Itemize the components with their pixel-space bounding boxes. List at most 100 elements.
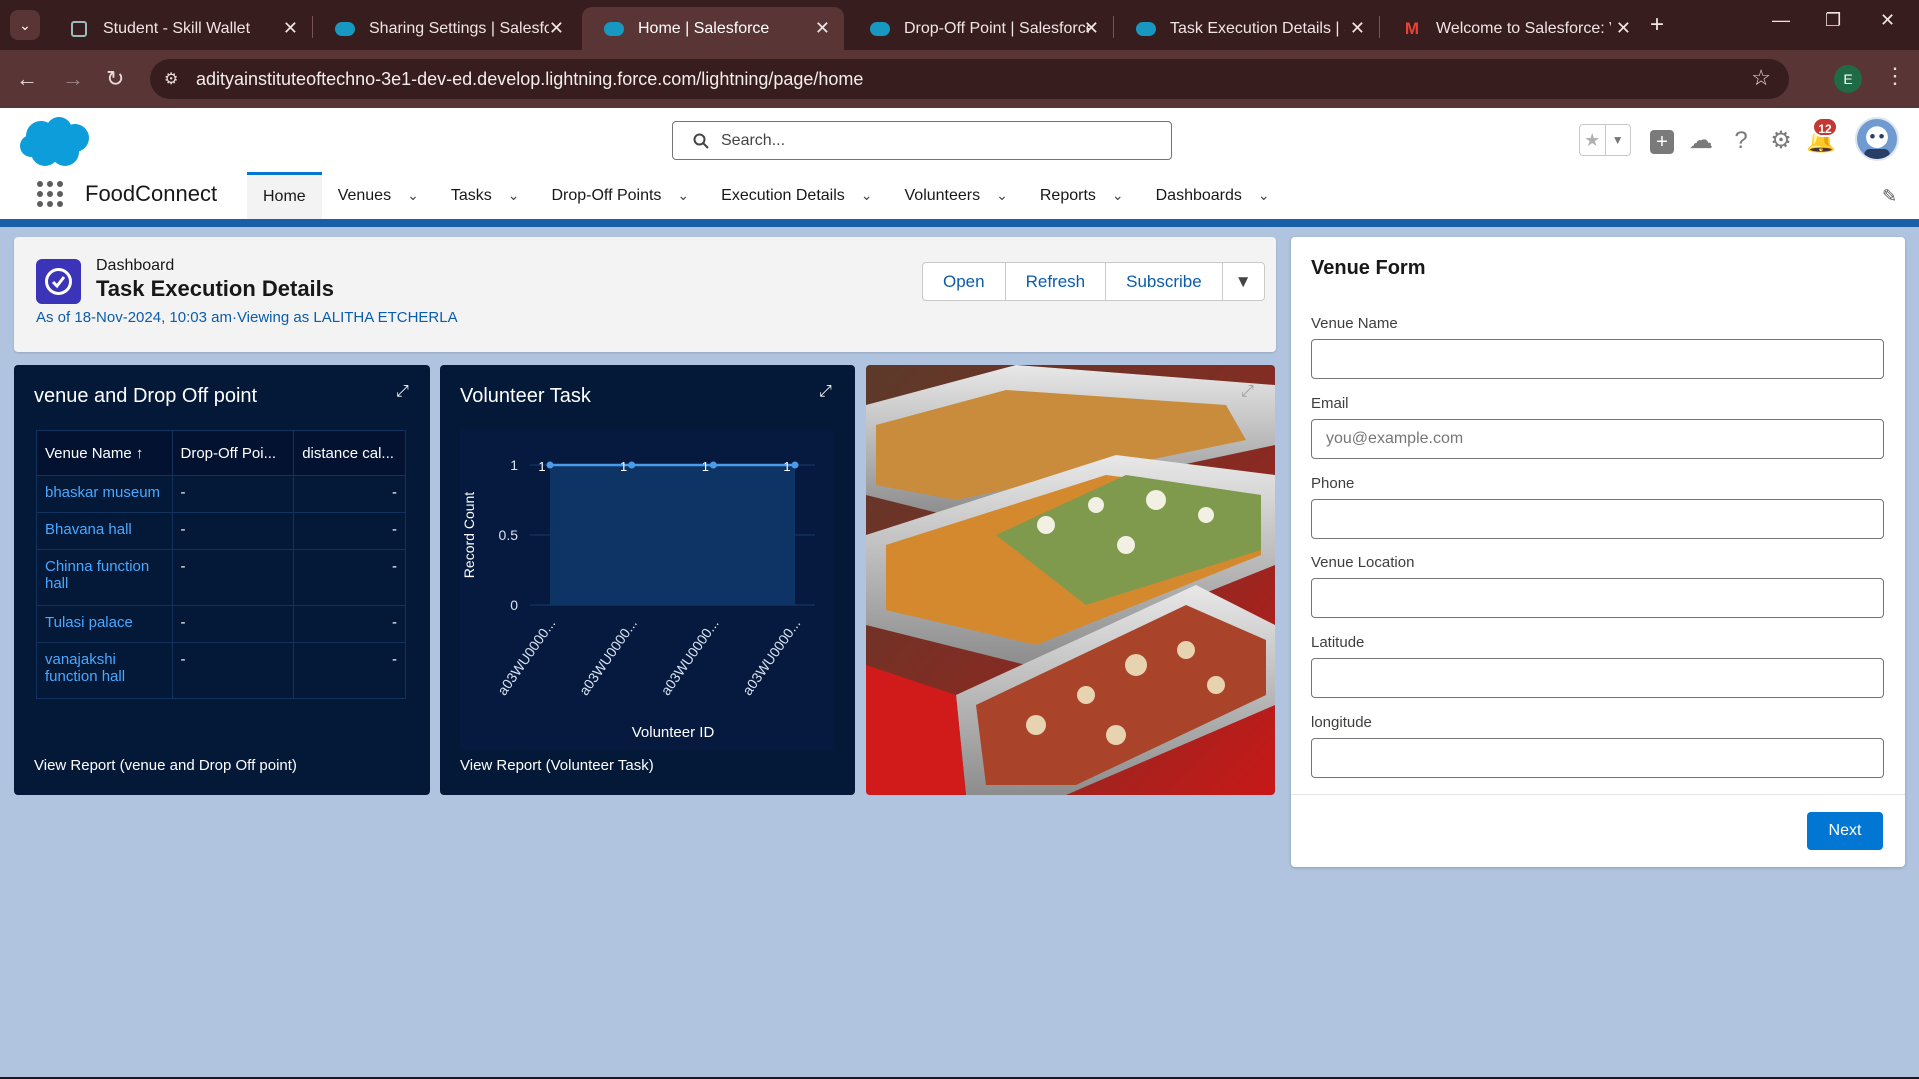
chevron-down-icon[interactable]: ⌄: [1258, 187, 1270, 204]
nav-label: Volunteers: [904, 186, 981, 204]
nav-tab-tasks[interactable]: Tasks ⌄: [435, 172, 536, 219]
venue-name-link[interactable]: vanajakshi function hall: [36, 642, 173, 699]
address-bar[interactable]: ⚙ adityainstituteoftechno-3e1-dev-ed.dev…: [150, 59, 1789, 99]
venue-location-input[interactable]: [1311, 578, 1884, 618]
gmail-icon: M: [1404, 18, 1420, 38]
chevron-down-icon[interactable]: ⌄: [1112, 187, 1124, 204]
nav-tab-venues[interactable]: Venues ⌄: [322, 172, 435, 219]
venue-name-link[interactable]: Bhavana hall: [36, 512, 173, 550]
nav-tab-volunteers[interactable]: Volunteers ⌄: [889, 172, 1024, 219]
venue-name-link[interactable]: bhaskar museum: [36, 475, 173, 513]
longitude-input[interactable]: [1311, 738, 1884, 778]
x-tick-label: a03WU0000...: [657, 616, 721, 698]
forward-arrow-icon[interactable]: →: [62, 64, 84, 94]
favorites-dropdown-icon[interactable]: ▼: [1604, 125, 1631, 155]
y-tick-label: 1: [510, 457, 518, 473]
expand-icon[interactable]: ⤢: [1241, 383, 1254, 401]
help-icon[interactable]: ?: [1726, 126, 1756, 156]
nav-tab-reports[interactable]: Reports ⌄: [1024, 172, 1140, 219]
url-text: adityainstituteoftechno-3e1-dev-ed.devel…: [196, 69, 864, 89]
field-label: Venue Location: [1311, 554, 1415, 571]
trailhead-icon[interactable]: ☁: [1686, 126, 1716, 156]
nav-tab-home[interactable]: Home: [247, 172, 322, 219]
y-tick-label: 0.5: [499, 527, 519, 543]
expand-icon[interactable]: ⤢: [396, 383, 409, 401]
bookmark-star-icon[interactable]: ☆: [1751, 65, 1771, 91]
data-point: [791, 461, 799, 469]
search-placeholder: Search...: [721, 132, 786, 149]
next-button[interactable]: Next: [1807, 812, 1883, 850]
salesforce-logo[interactable]: [19, 116, 93, 168]
column-header-venue-name[interactable]: Venue Name ↑: [36, 430, 173, 476]
favorites-button-group[interactable]: ★ ▼: [1579, 124, 1631, 156]
data-label: 1: [538, 459, 545, 474]
close-tab-icon[interactable]: ✕: [815, 18, 830, 39]
volunteer-task-chart: 0 0.5 1 1 1 1 1 a03WU0000... a03WU0000... a03WU00…: [461, 457, 815, 741]
favorite-star-icon[interactable]: ★: [1580, 125, 1605, 155]
tab-label: Sharing Settings | Salesforce: [369, 19, 549, 37]
search-icon: [693, 133, 709, 149]
global-search-input[interactable]: Search...: [672, 121, 1172, 160]
browser-tab-strip: ⌄ Student - Skill Wallet ✕ Sharing Setti…: [0, 0, 1919, 50]
venue-name-link[interactable]: Tulasi palace: [36, 605, 173, 643]
browser-tab[interactable]: Sharing Settings | Salesforce ✕: [313, 7, 578, 50]
more-vertical-icon[interactable]: ⋮: [1884, 63, 1906, 89]
app-launcher-grid-icon[interactable]: [36, 180, 64, 208]
chevron-down-icon[interactable]: ⌄: [407, 187, 419, 204]
global-actions-plus-icon[interactable]: +: [1647, 126, 1677, 156]
venue-name-link[interactable]: Chinna function hall: [36, 549, 173, 606]
view-report-link[interactable]: View Report (venue and Drop Off point): [34, 757, 297, 774]
series-area: [550, 465, 795, 605]
browser-tab[interactable]: Student - Skill Wallet ✕: [47, 7, 312, 50]
close-tab-icon[interactable]: ✕: [549, 18, 564, 39]
subscribe-button[interactable]: Subscribe: [1105, 262, 1223, 301]
browser-tab[interactable]: M Welcome to Salesforce: Verify ✕: [1380, 7, 1645, 50]
phone-input[interactable]: [1311, 499, 1884, 539]
open-button[interactable]: Open: [922, 262, 1006, 301]
reload-icon[interactable]: ↻: [106, 64, 124, 94]
x-tick-label: a03WU0000...: [739, 616, 803, 698]
refresh-button[interactable]: Refresh: [1004, 262, 1107, 301]
table-cell: -: [293, 642, 406, 699]
browser-tab[interactable]: Drop-Off Point | Salesforce ✕: [848, 7, 1113, 50]
back-arrow-icon[interactable]: ←: [16, 64, 38, 94]
table-row: vanajakshi function hall - -: [36, 642, 406, 699]
tab-search-chevron-icon[interactable]: ⌄: [10, 10, 40, 40]
chevron-down-icon[interactable]: ⌄: [996, 187, 1008, 204]
browser-tab-active[interactable]: Home | Salesforce ✕: [582, 7, 844, 50]
new-tab-plus-icon[interactable]: +: [1650, 11, 1664, 39]
close-window-icon[interactable]: ✕: [1880, 10, 1895, 31]
table-cell: -: [171, 475, 295, 513]
close-tab-icon[interactable]: ✕: [1616, 18, 1631, 39]
user-avatar[interactable]: [1855, 117, 1899, 161]
table-row: bhaskar museum - -: [36, 475, 406, 513]
nav-tab-execution-details[interactable]: Execution Details ⌄: [705, 172, 888, 219]
column-header-distance[interactable]: distance cal...: [293, 430, 406, 476]
tab-label: Drop-Off Point | Salesforce: [904, 19, 1089, 37]
site-settings-icon[interactable]: ⚙: [164, 69, 178, 89]
chevron-down-icon[interactable]: ⌄: [677, 187, 689, 204]
browser-tab[interactable]: Task Execution Details | Salesforce ✕: [1114, 7, 1379, 50]
chevron-down-icon[interactable]: ⌄: [508, 187, 520, 204]
more-actions-dropdown-button[interactable]: ▼: [1221, 262, 1265, 301]
setup-gear-icon[interactable]: ⚙: [1766, 126, 1796, 156]
close-tab-icon[interactable]: ✕: [283, 18, 298, 39]
edit-nav-pencil-icon[interactable]: ✎: [1882, 186, 1897, 207]
profile-avatar[interactable]: E: [1834, 65, 1862, 93]
nav-tab-drop-off-points[interactable]: Drop-Off Points ⌄: [535, 172, 705, 219]
nav-label: Venues: [337, 186, 392, 204]
tab-label: Home | Salesforce: [638, 19, 770, 37]
latitude-input[interactable]: [1311, 658, 1884, 698]
nav-tab-dashboards[interactable]: Dashboards ⌄: [1140, 172, 1286, 219]
venue-name-input[interactable]: [1311, 339, 1884, 379]
chevron-down-icon[interactable]: ⌄: [861, 187, 873, 204]
restore-icon[interactable]: ❐: [1825, 10, 1841, 31]
close-tab-icon[interactable]: ✕: [1084, 18, 1099, 39]
email-input[interactable]: you@example.com: [1311, 419, 1884, 459]
column-header-drop-off-point[interactable]: Drop-Off Poi...: [171, 430, 295, 476]
close-tab-icon[interactable]: ✕: [1350, 18, 1365, 39]
venue-table: Venue Name ↑ Drop-Off Poi... distance ca…: [36, 430, 406, 699]
view-report-link[interactable]: View Report (Volunteer Task): [460, 757, 654, 774]
expand-icon[interactable]: ⤢: [819, 383, 832, 401]
minimize-icon[interactable]: —: [1772, 10, 1790, 31]
